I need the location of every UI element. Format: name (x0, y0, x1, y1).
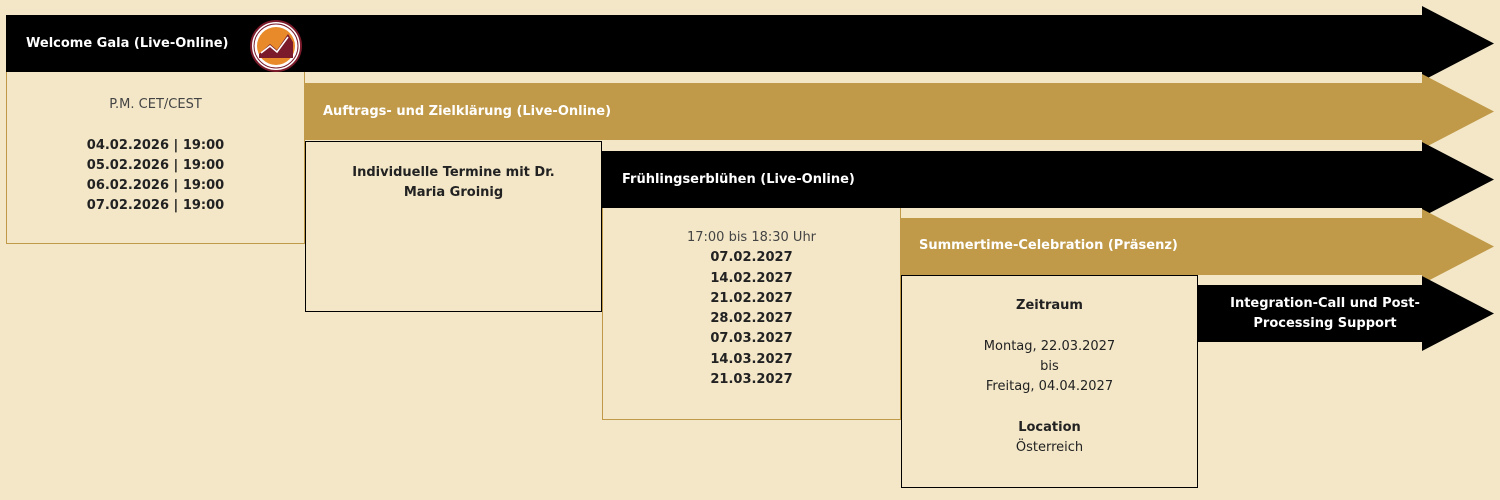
stage-arrow-5 (1198, 276, 1494, 351)
stage-label-5: Integration-Call und Post-Processing Sup… (1230, 296, 1420, 331)
